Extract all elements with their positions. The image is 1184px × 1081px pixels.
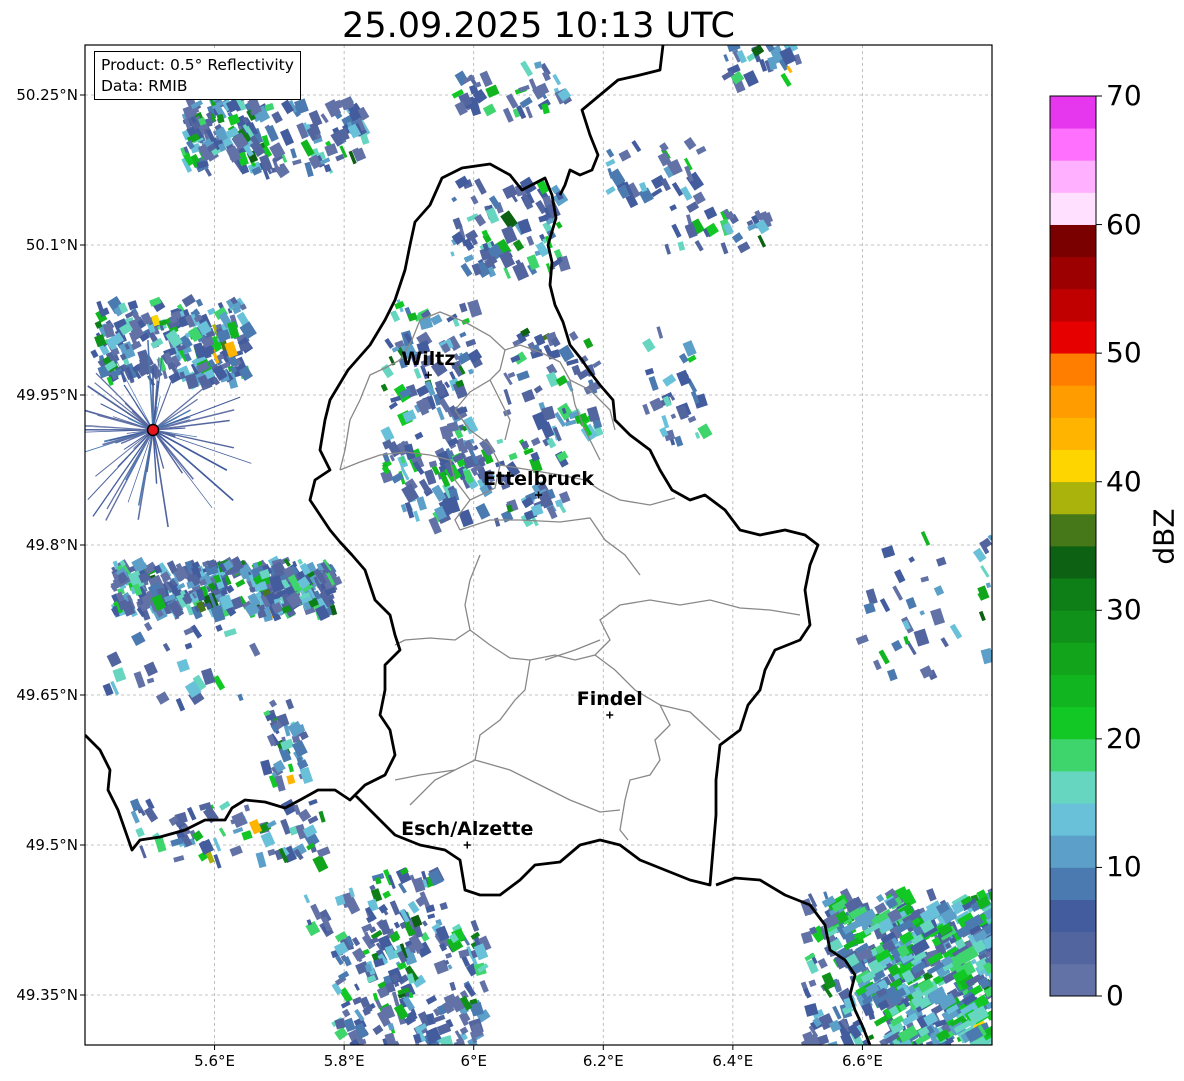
colorbar-segment bbox=[1050, 385, 1096, 418]
product-label: Product: 0.5° Reflectivity bbox=[101, 56, 294, 74]
radar-map[interactable] bbox=[0, 0, 1184, 1081]
colorbar-segment bbox=[1050, 288, 1096, 322]
lon-label: 6.2°E bbox=[582, 1052, 624, 1070]
lon-label: 6.4°E bbox=[712, 1052, 754, 1070]
lat-label: 49.8°N bbox=[25, 536, 78, 554]
colorbar-tick-label: 70 bbox=[1106, 79, 1142, 112]
radar-site-marker[interactable] bbox=[146, 423, 160, 437]
city-label: Wiltz bbox=[401, 348, 456, 370]
colorbar-segment bbox=[1050, 771, 1096, 804]
lon-label: 5.6°E bbox=[194, 1052, 235, 1070]
colorbar-segment bbox=[1050, 578, 1096, 611]
colorbar-label: dBZ bbox=[1147, 508, 1181, 565]
colorbar-segment bbox=[1050, 867, 1096, 900]
colorbar-segment bbox=[1050, 642, 1096, 675]
colorbar-segment bbox=[1050, 256, 1096, 290]
colorbar-tick-label: 50 bbox=[1106, 336, 1142, 370]
city-label: Esch/Alzette bbox=[401, 818, 534, 840]
city-label: Ettelbruck bbox=[483, 468, 594, 490]
colorbar-segment bbox=[1050, 610, 1096, 643]
info-box: Product: 0.5° Reflectivity Data: RMIB bbox=[94, 51, 301, 100]
lon-label: 6°E bbox=[460, 1052, 487, 1070]
colorbar-segment bbox=[1050, 192, 1096, 225]
lat-label: 49.35°N bbox=[16, 986, 78, 1004]
colorbar-segment bbox=[1050, 224, 1096, 258]
echo-cell bbox=[989, 1007, 992, 1025]
colorbar-segment bbox=[1050, 96, 1096, 129]
colorbar-segment bbox=[1050, 738, 1096, 772]
colorbar-segment bbox=[1050, 513, 1096, 547]
colorbar-segment bbox=[1050, 931, 1096, 965]
colorbar-segment bbox=[1050, 160, 1096, 193]
city-label: Findel bbox=[576, 688, 643, 710]
colorbar-segment bbox=[1050, 481, 1096, 515]
colorbar-tick-label: 20 bbox=[1106, 721, 1142, 755]
colorbar-segment bbox=[1050, 963, 1096, 997]
lon-label: 6.6°E bbox=[842, 1052, 883, 1070]
colorbar-segment bbox=[1050, 321, 1096, 354]
colorbar-tick-label: 40 bbox=[1106, 464, 1142, 498]
lat-label: 50.25°N bbox=[16, 86, 78, 104]
colorbar-segment bbox=[1050, 449, 1096, 483]
lat-label: 49.5°N bbox=[25, 836, 78, 854]
colorbar-segment bbox=[1050, 835, 1096, 868]
colorbar-segment bbox=[1050, 353, 1096, 386]
colorbar-segment bbox=[1050, 899, 1096, 933]
colorbar-tick-label: 0 bbox=[1106, 979, 1124, 1012]
colorbar bbox=[1049, 95, 1102, 997]
colorbar-segment bbox=[1050, 546, 1096, 579]
colorbar-tick-label: 10 bbox=[1106, 850, 1142, 884]
lat-label: 49.65°N bbox=[16, 686, 78, 704]
colorbar-tick-label: 60 bbox=[1106, 207, 1142, 241]
colorbar-segment bbox=[1050, 417, 1096, 450]
colorbar-segment bbox=[1050, 128, 1096, 161]
colorbar-segment bbox=[1050, 803, 1096, 836]
lon-label: 5.8°E bbox=[323, 1052, 365, 1070]
colorbar-segment bbox=[1050, 674, 1096, 708]
lat-label: 49.95°N bbox=[16, 386, 78, 404]
lat-label: 50.1°N bbox=[25, 236, 78, 254]
colorbar-segment bbox=[1050, 706, 1096, 740]
colorbar-tick-label: 30 bbox=[1106, 593, 1142, 627]
data-source-label: Data: RMIB bbox=[101, 77, 188, 95]
